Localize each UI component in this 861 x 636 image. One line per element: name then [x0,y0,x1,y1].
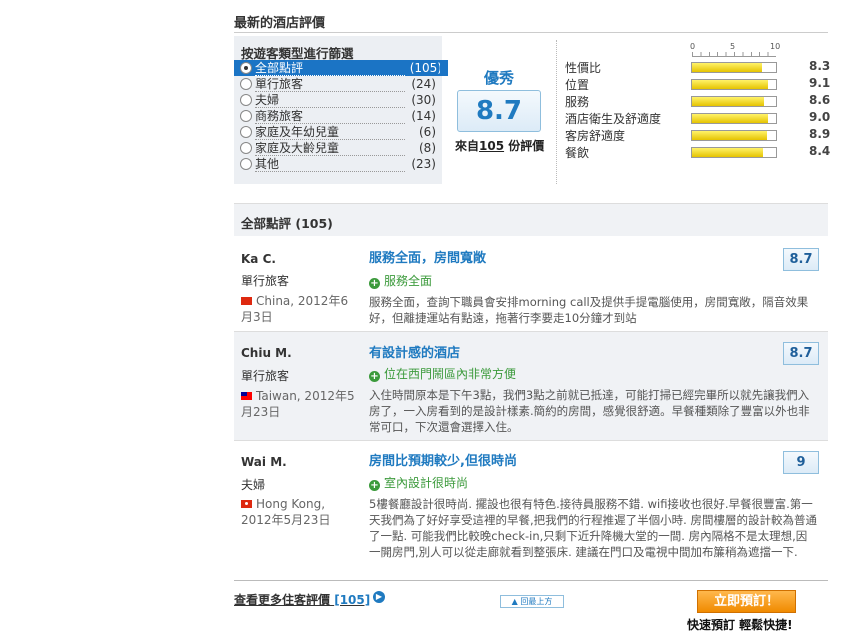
radio-icon[interactable] [240,94,252,106]
more-reviews-link[interactable]: 查看更多住客評價 [105] [234,591,370,608]
rating-row: 位置 9.1 [565,76,835,93]
plus-icon: + [369,278,380,289]
review-positive: + 位在西門鬧區內非常方便 [369,367,517,382]
review-text: 服務全面，查詢下職員會安排morning call及提供手提電腦使用，房間寬敞，… [369,295,809,325]
taiwan-flag-icon [241,392,252,400]
filter-list: 全部點評 (105) 單行旅客 (24) 夫婦 (30) 商務旅客 (14) 家庭及年幼… [234,60,448,172]
rating-label: 位置 [565,78,590,92]
rating-label: 性價比 [565,61,602,75]
rating-bar [691,113,777,124]
rating-row: 餐飲 8.4 [565,144,835,161]
review-item: Ka C. 單行旅客 China, 2012年6月3日 服務全面，房間寬敞 + 服… [234,236,828,332]
reviewer-location: Hong Kong, 2012年5月23日 [241,497,331,527]
radio-icon[interactable] [240,158,252,170]
radio-icon[interactable] [240,78,252,90]
rating-value: 8.3 [809,59,831,73]
rating-bar [691,130,777,141]
rating-value: 8.9 [809,127,831,141]
rating-label: 酒店衛生及舒適度 [565,112,662,126]
active-arrow-icon [440,60,447,76]
divider [556,40,557,184]
reviewer-type: 夫婦 [241,478,266,492]
arrow-right-icon[interactable]: ▶ [373,591,385,603]
scale-ticks [692,52,776,57]
rating-bar-fill [692,131,767,140]
review-score: 8.7 [783,342,819,365]
review-count-link[interactable]: 105 [479,139,504,153]
filter-item-business[interactable]: 商務旅客 (14) [234,108,442,124]
review-score: 8.7 [783,248,819,271]
overall-grade: 優秀 [484,69,515,87]
rating-bar [691,147,777,158]
rating-bar [691,96,777,107]
rating-row: 服務 8.6 [565,93,835,110]
rating-bar-fill [692,63,762,72]
filter-item-family-young[interactable]: 家庭及年幼兒童 (6) [234,124,442,140]
rating-row: 客房舒適度 8.9 [565,127,835,144]
rating-value: 8.6 [809,93,831,107]
review-positive: + 室內設計很時尚 [369,476,469,491]
review-count-text: 來自105 份評價 [455,139,545,153]
review-title: 服務全面，房間寬敞 [369,251,487,266]
reviewer-location: China, 2012年6月3日 [241,294,349,324]
plus-icon: + [369,480,380,491]
filter-item-couple[interactable]: 夫婦 (30) [234,92,442,108]
rating-label: 客房舒適度 [565,129,626,143]
filter-item-solo[interactable]: 單行旅客 (24) [234,76,442,92]
review-item: Chiu M. 單行旅客 Taiwan, 2012年5月23日 有設計感的酒店 … [234,332,828,441]
review-text: 入住時間原本是下午3點，我們3點之前就已抵達，可能打掃已經完畢所以就先讓我們入房… [369,388,810,434]
china-flag-icon [241,297,252,305]
radio-icon[interactable] [240,142,252,154]
reviewer-type: 單行旅客 [241,274,290,288]
book-now-button[interactable]: 立即預訂！ [697,590,796,613]
rating-value: 8.4 [809,144,831,158]
filter-item-other[interactable]: 其他 (23) [234,156,442,172]
review-positive: + 服務全面 [369,274,433,289]
review-title: 有設計感的酒店 [369,346,461,361]
rating-scale: 0 5 10 [690,42,780,57]
review-item: Wai M. 夫婦 Hong Kong, 2012年5月23日 房間比預期較少,… [234,441,828,577]
hong-kong-flag-icon [241,500,252,508]
rating-value: 9.0 [809,110,831,124]
filter-item-all[interactable]: 全部點評 (105) [234,60,448,76]
reviewer-type: 單行旅客 [241,369,290,383]
reviewer-location: Taiwan, 2012年5月23日 [241,389,355,419]
radio-icon[interactable] [240,62,252,74]
rating-bar-fill [692,80,769,89]
overall-score: 8.7 [457,90,541,132]
all-reviews-header: 全部點評 (105) [234,203,828,236]
divider [234,32,828,33]
rating-bar-fill [692,97,765,106]
reviewer-name: Ka C. [241,252,276,266]
rating-bar [691,62,777,73]
section-title: 最新的酒店評價 [234,16,326,31]
plus-icon: + [369,371,380,382]
rating-row: 性價比 8.3 [565,59,835,76]
rating-bar-fill [692,148,763,157]
reviewer-name: Chiu M. [241,346,292,360]
back-to-top-button[interactable]: ▲ 回最上方 [500,595,564,608]
filter-item-family-older[interactable]: 家庭及大齡兒童 (8) [234,140,442,156]
rating-row: 酒店衛生及舒適度 9.0 [565,110,835,127]
review-score: 9 [783,451,819,474]
book-tagline: 快速預訂 輕鬆快捷! [687,618,793,632]
radio-icon[interactable] [240,110,252,122]
rating-value: 9.1 [809,76,831,90]
review-text: 5樓餐廳設計很時尚. 擺設也很有特色.接待員服務不錯. wifi接收也很好.早餐… [369,497,817,559]
review-title: 房間比預期較少,但很時尚 [369,454,517,469]
radio-icon[interactable] [240,126,252,138]
rating-bar-fill [692,114,768,123]
divider [234,580,828,581]
rating-label: 餐飲 [565,146,590,160]
reviewer-name: Wai M. [241,455,287,469]
rating-label: 服務 [565,95,590,109]
rating-bar [691,79,777,90]
